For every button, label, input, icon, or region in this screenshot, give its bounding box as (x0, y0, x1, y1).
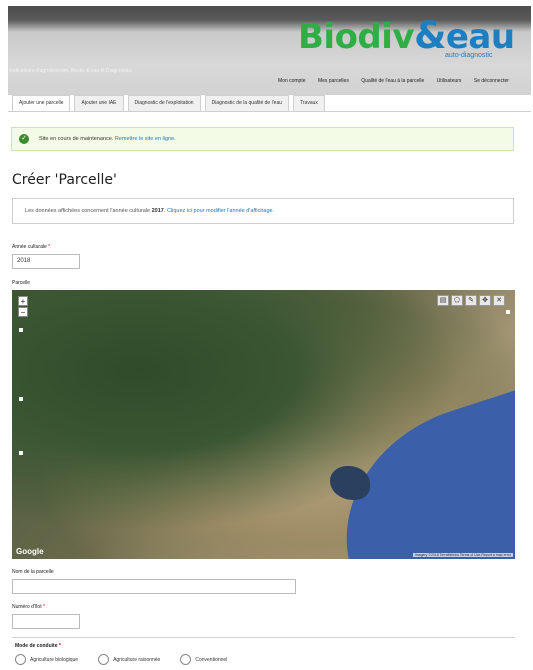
site-logo[interactable]: Biodiv&eau (298, 14, 515, 58)
required-marker: * (58, 643, 61, 649)
ilot-label: Numéro d'îlot * (12, 604, 45, 610)
site-header: Indicateurs d'agrodiversité, Biodiv & ea… (8, 6, 531, 95)
map-vertex-handle[interactable] (19, 328, 23, 332)
annee-label: Année culturale * (12, 244, 50, 250)
nav-mon-compte[interactable]: Mon compte (278, 77, 306, 86)
map-draw-toolbar: ▤ ⬠ ✎ ✥ ✕ (435, 295, 505, 306)
top-nav: Mon compte Mes parcelles Qualité de l'ea… (278, 69, 518, 87)
radio-agriculture-biologique[interactable]: Agriculture biologique (15, 654, 78, 665)
mode-label-text: Mode de conduite (15, 643, 58, 649)
check-icon: ✓ (19, 134, 29, 144)
year-info-text: Les données affichées concernent l'année… (25, 208, 275, 214)
map-attribution[interactable]: Imagery ©2018 TerraMetrics Terms of Use … (412, 553, 513, 557)
required-marker: * (48, 244, 51, 250)
annee-label-text: Année culturale (12, 244, 47, 250)
tab-diagnostic-exploitation[interactable]: Diagnostic de l'exploitation (127, 95, 201, 111)
tab-ajouter-iae[interactable]: Ajouter une IAE (74, 95, 124, 111)
delete-icon[interactable]: ✕ (493, 295, 505, 306)
page-title: Créer 'Parcelle' (12, 172, 117, 188)
radio-label: Agriculture biologique (30, 656, 79, 663)
zoom-in-button[interactable]: + (18, 296, 28, 306)
ilot-label-text: Numéro d'îlot (12, 604, 42, 610)
radio-agriculture-raisonnee[interactable]: Agriculture raisonnée (98, 654, 160, 665)
logo-eau: eau (445, 17, 515, 57)
parcelle-label: Parcelle (12, 280, 31, 286)
tab-ajouter-parcelle[interactable]: Ajouter une parcelle (12, 95, 71, 111)
mode-label: Mode de conduite * (15, 643, 61, 649)
google-logo: Google (16, 547, 44, 556)
notice-text: Site en cours de maintenance. Remettre l… (39, 136, 176, 142)
map-zoom-controls: + − (18, 296, 28, 318)
year-info-year: 2017 (151, 208, 164, 214)
notice-link[interactable]: Remettre le site en ligne. (115, 136, 176, 142)
logo-biodiv: Biodiv (298, 17, 415, 57)
parcel-map[interactable]: + − ▤ ⬠ ✎ ✥ ✕ Google Imagery ©2018 Terra… (12, 290, 515, 559)
nom-parcelle-input[interactable] (12, 579, 296, 594)
nav-mes-parcelles[interactable]: Mes parcelles (318, 77, 349, 86)
tab-diagnostic-qualite-eau[interactable]: Diagnostic de la qualité de l'eau (204, 95, 290, 111)
site-subtitle: Indicateurs d'agrodiversité, Biodiv & ea… (10, 68, 132, 74)
map-lagoon (330, 466, 370, 500)
map-vertex-handle[interactable] (19, 451, 23, 455)
year-info-box: Les données affichées concernent l'année… (12, 198, 514, 224)
radio-conventionnel[interactable]: Conventionnel (180, 654, 227, 665)
logo-tagline: auto-diagnostic (445, 52, 493, 59)
logo-ampersand: & (414, 14, 446, 57)
radio-label: Agriculture raisonnée (113, 656, 161, 663)
map-vertex-handle[interactable] (19, 397, 23, 401)
section-divider (12, 637, 515, 638)
tab-bar: Ajouter une parcelle Ajouter une IAE Dia… (12, 95, 329, 111)
draw-polygon-icon[interactable]: ⬠ (451, 295, 463, 306)
required-marker: * (42, 604, 45, 610)
tab-travaux[interactable]: Travaux (293, 95, 325, 111)
radio-circle[interactable] (15, 654, 26, 665)
annee-input[interactable]: 2018 (12, 254, 80, 269)
layers-icon[interactable]: ▤ (437, 295, 449, 306)
radio-circle[interactable] (180, 654, 192, 665)
radio-circle[interactable] (98, 654, 110, 665)
notice-message: Site en cours de maintenance. (39, 136, 114, 142)
nav-se-deconnecter[interactable]: Se déconnecter (474, 77, 509, 86)
edit-icon[interactable]: ✎ (465, 295, 477, 306)
mode-radio-group: Agriculture biologique Agriculture raiso… (15, 654, 247, 665)
nav-qualite-eau[interactable]: Qualité de l'eau à la parcelle (361, 77, 424, 86)
nav-utilisateurs[interactable]: Utilisateurs (437, 77, 462, 86)
radio-label: Conventionnel (195, 656, 228, 663)
year-info-prefix: Les données affichées concernent l'année… (25, 208, 151, 214)
maintenance-notice: ✓ Site en cours de maintenance. Remettre… (11, 127, 514, 151)
change-year-link[interactable]: Cliquez ici pour modifier l'année d'affi… (167, 208, 274, 214)
ilot-input[interactable] (12, 614, 80, 629)
tabs-divider (8, 111, 531, 112)
nom-label: Nom de la parcelle (12, 569, 54, 575)
map-vertex-handle[interactable] (506, 310, 510, 314)
zoom-out-button[interactable]: − (18, 307, 28, 317)
move-icon[interactable]: ✥ (479, 295, 491, 306)
